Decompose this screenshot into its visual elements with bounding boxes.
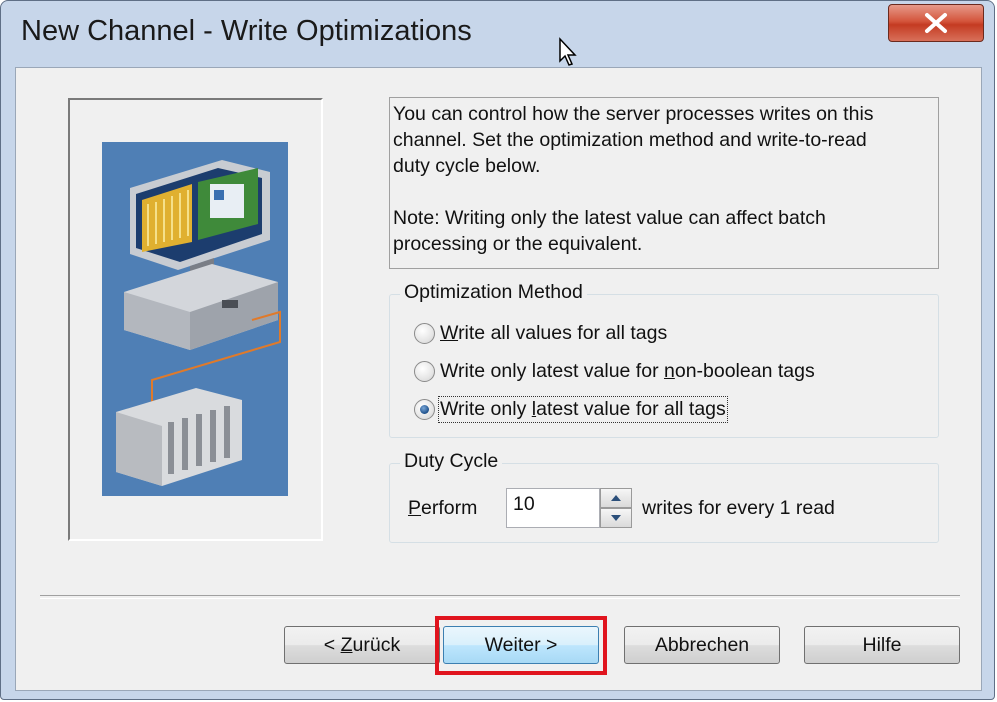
radio-latest-all-tags[interactable]: Write only latest value for all tags [414, 396, 728, 423]
description-line: channel. Set the optimization method and… [393, 129, 867, 151]
spin-up-button[interactable] [600, 488, 632, 508]
dialog-window: New Channel - Write Optimizations You ca… [0, 0, 995, 700]
description-line: You can control how the server processes… [393, 103, 874, 125]
radio-label: Write only latest value for non-boolean … [440, 360, 815, 382]
description-line: duty cycle below. [393, 155, 541, 177]
writes-count-input[interactable]: 10 [506, 488, 600, 528]
radio-latest-non-boolean[interactable]: Write only latest value for non-boolean … [414, 360, 815, 383]
cancel-button[interactable]: Abbrechen [624, 626, 780, 664]
window-title: New Channel - Write Optimizations [21, 15, 472, 47]
network-illustration [102, 142, 288, 496]
radio-label: Write all values for all tags [440, 322, 668, 344]
perform-label: Perform [408, 497, 478, 519]
duty-cycle-group: Duty Cycle Perform 10 writes for every 1… [389, 450, 939, 543]
description-box: You can control how the server processes… [389, 97, 939, 269]
writes-per-read-label: writes for every 1 read [642, 497, 835, 519]
optimization-method-label: Optimization Method [400, 281, 587, 304]
note-line: Note: Writing only the latest value can … [393, 207, 826, 229]
help-button[interactable]: Hilfe [804, 626, 960, 664]
mouse-cursor-icon [559, 37, 577, 66]
arrow-up-icon [611, 495, 621, 501]
radio-button[interactable] [414, 361, 435, 382]
radio-button-selected[interactable] [414, 399, 435, 420]
arrow-down-icon [611, 515, 621, 521]
spin-down-button[interactable] [600, 508, 632, 528]
footer-separator [40, 595, 960, 599]
back-button[interactable]: < Zurück [284, 626, 440, 664]
title-bar[interactable]: New Channel - Write Optimizations [1, 1, 994, 67]
radio-write-all-values[interactable]: Write all values for all tags [414, 322, 667, 345]
close-button[interactable] [888, 4, 984, 42]
writes-count-spinner [600, 488, 632, 528]
duty-cycle-label: Duty Cycle [400, 450, 503, 473]
back-button-label: < Zurück [323, 633, 401, 656]
note-line: processing or the equivalent. [393, 233, 643, 255]
close-icon [925, 13, 947, 33]
dialog-body: You can control how the server processes… [15, 67, 982, 691]
optimization-method-group: Optimization Method Write all values for… [389, 281, 939, 438]
radio-label: Write only latest value for all tags [438, 396, 728, 423]
next-button[interactable]: Weiter > [443, 626, 599, 664]
radio-button[interactable] [414, 323, 435, 344]
